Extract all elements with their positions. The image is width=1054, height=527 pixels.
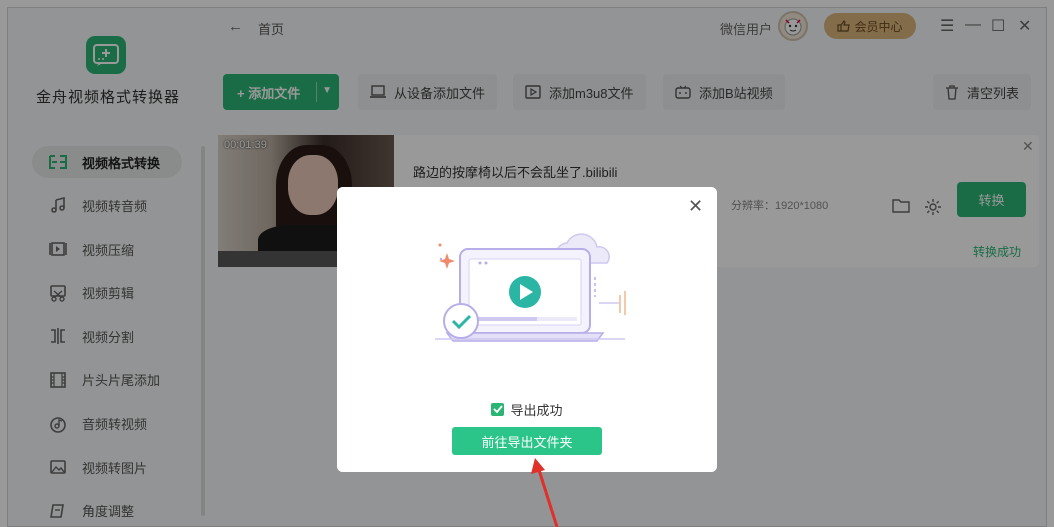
annotation-arrow-icon: [531, 458, 559, 527]
